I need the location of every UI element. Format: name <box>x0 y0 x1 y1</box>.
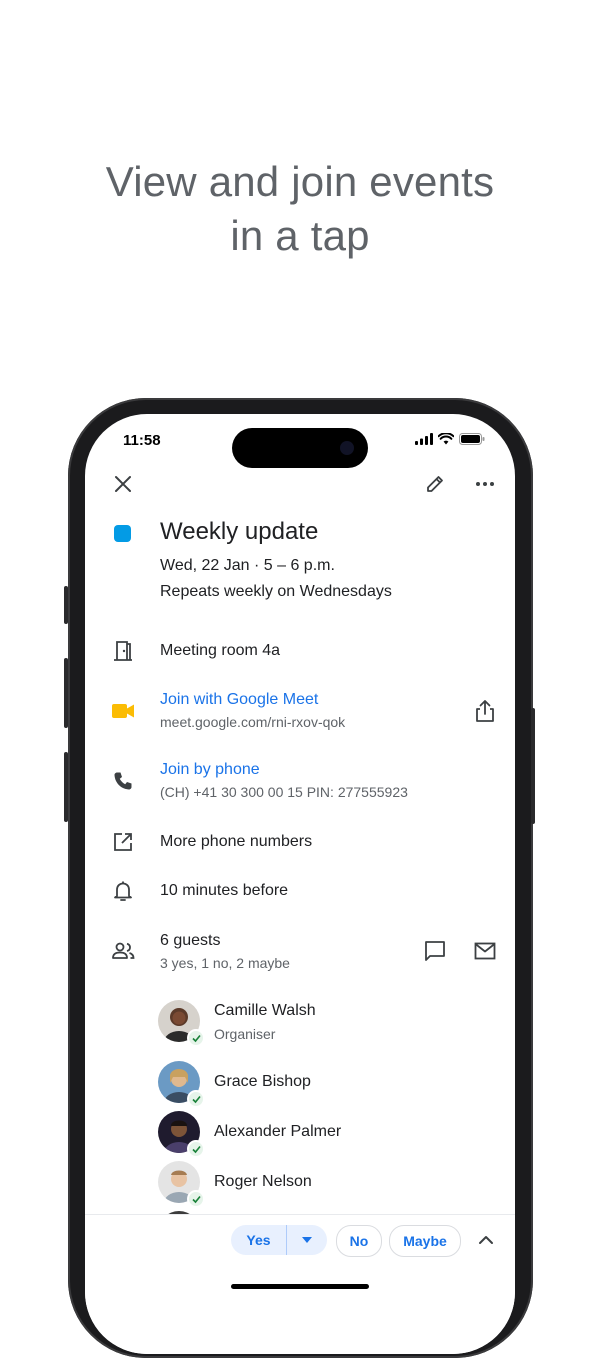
people-icon <box>111 939 135 963</box>
meet-url: meet.google.com/rni-rxov-qok <box>160 714 346 730</box>
caret-down-icon <box>302 1237 312 1243</box>
phone-volume-up-button <box>64 658 68 728</box>
accepted-check-icon <box>187 1090 205 1108</box>
headline-line-1: View and join events <box>105 158 495 205</box>
door-icon <box>111 639 135 663</box>
phone-icon <box>111 769 135 793</box>
rsvp-no-button[interactable]: No <box>336 1225 382 1257</box>
guest-name: Grace Bishop <box>214 1073 311 1090</box>
share-icon[interactable] <box>473 699 497 723</box>
phone-screen: 11:58 Weekly update Wed, 22 Jan · 5 – 6 … <box>85 414 515 1354</box>
status-time: 11:58 <box>123 432 161 449</box>
join-meet-link[interactable]: Join with Google Meet <box>160 691 318 709</box>
wifi-icon <box>438 433 454 445</box>
accepted-check-icon <box>187 1140 205 1158</box>
guest-name: Camille Walsh <box>214 1002 316 1019</box>
phone-volume-down-button <box>64 752 68 822</box>
event-location: Meeting room 4a <box>160 642 281 659</box>
reminder-text: 10 minutes before <box>160 882 289 899</box>
headline-line-2: in a tap <box>230 212 370 259</box>
chevron-up-icon[interactable] <box>474 1228 498 1252</box>
home-indicator[interactable] <box>231 1284 369 1289</box>
guest-role: Organiser <box>214 1026 276 1042</box>
battery-icon <box>459 433 485 445</box>
phone-detail: (CH) +41 30 300 00 15 PIN: 277555923 <box>160 784 408 800</box>
more-horizontal-icon[interactable] <box>473 472 497 496</box>
guest-name: Roger Nelson <box>214 1173 312 1190</box>
event-color-chip <box>114 525 131 542</box>
dynamic-island <box>232 428 368 468</box>
join-by-phone-link[interactable]: Join by phone <box>160 761 260 779</box>
event-title: Weekly update <box>160 518 319 545</box>
event-datetime: Wed, 22 Jan · 5 – 6 p.m. <box>160 557 335 574</box>
google-meet-icon <box>111 699 135 723</box>
rsvp-dropdown-button[interactable] <box>287 1225 327 1255</box>
open-external-icon <box>111 830 135 854</box>
phone-action-button <box>64 586 68 624</box>
bell-icon <box>111 879 135 903</box>
headline: View and join events in a tap <box>0 155 600 263</box>
guests-summary: 3 yes, 1 no, 2 maybe <box>160 955 290 971</box>
guests-count: 6 guests <box>160 932 221 949</box>
accepted-check-icon <box>187 1029 205 1047</box>
guest-name: Alexander Palmer <box>214 1123 342 1140</box>
phone-power-button <box>531 708 535 824</box>
status-icons <box>415 433 485 445</box>
more-phone-numbers[interactable]: More phone numbers <box>160 833 312 851</box>
accepted-check-icon <box>187 1190 205 1208</box>
cellular-signal-icon <box>415 433 433 445</box>
camera-icon <box>340 441 354 455</box>
pencil-icon[interactable] <box>423 472 447 496</box>
rsvp-maybe-button[interactable]: Maybe <box>389 1225 461 1257</box>
rsvp-yes-button[interactable]: Yes <box>231 1225 286 1255</box>
close-icon[interactable] <box>111 472 135 496</box>
email-icon[interactable] <box>473 939 497 963</box>
chat-icon[interactable] <box>423 939 447 963</box>
event-recurrence: Repeats weekly on Wednesdays <box>160 583 392 600</box>
